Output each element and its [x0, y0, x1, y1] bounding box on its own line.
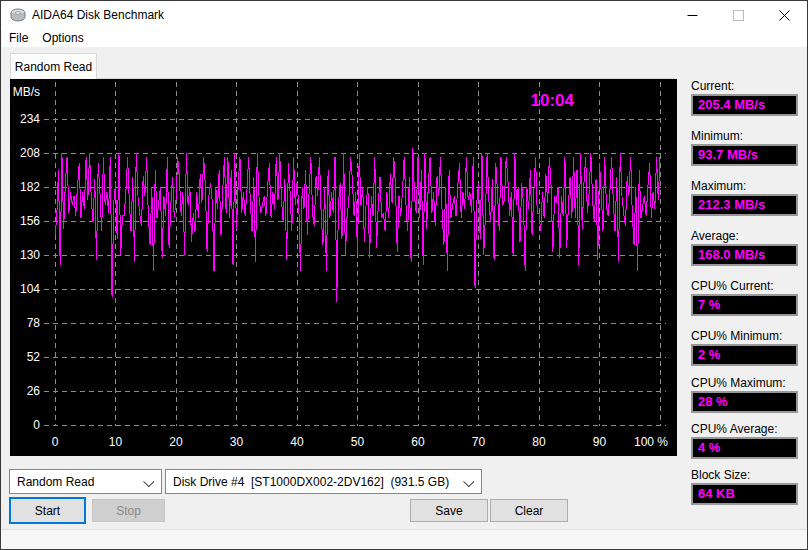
stat-minimum-label: Minimum: [691, 129, 798, 143]
status-bar [1, 529, 807, 550]
menu-bar: FileOptions [2, 30, 807, 47]
svg-text:80: 80 [532, 435, 546, 449]
title-bar: AIDA64 Disk Benchmark [1, 1, 807, 30]
svg-text:MB/s: MB/s [13, 85, 40, 99]
save-button[interactable]: Save [410, 499, 488, 522]
stat-current-value: 205.4 MB/s [691, 94, 798, 116]
menu-options[interactable]: Options [35, 30, 90, 47]
close-button[interactable] [761, 1, 807, 30]
stat-maximum-value: 212.3 MB/s [691, 194, 798, 216]
stat-block-size-label: Block Size: [691, 468, 798, 482]
close-icon [779, 10, 790, 21]
clear-button[interactable]: Clear [490, 499, 568, 522]
svg-text:104: 104 [20, 282, 40, 296]
test-type-select[interactable]: Random Read [9, 469, 162, 494]
svg-text:0: 0 [52, 435, 59, 449]
stat-cpu-minimum: CPU% Minimum:2 % [691, 329, 798, 366]
minimize-button[interactable] [669, 1, 715, 30]
stat-cpu-maximum-value: 28 % [691, 391, 798, 413]
stat-cpu-average: CPU% Average:4 % [691, 422, 798, 459]
benchmark-chart: MB/s 0 26 52 78 104 130 156 182 208 234 0 10 20 30 40 50… [10, 79, 677, 456]
test-type-value: Random Read [17, 475, 94, 489]
stat-minimum: Minimum:93.7 MB/s [691, 129, 798, 166]
stat-current-label: Current: [691, 79, 798, 93]
svg-text:60: 60 [411, 435, 425, 449]
stat-cpu-average-label: CPU% Average: [691, 422, 798, 436]
svg-text:156: 156 [20, 214, 40, 228]
svg-text:234: 234 [20, 112, 40, 126]
minimize-icon [687, 10, 698, 21]
svg-text:90: 90 [593, 435, 607, 449]
stat-average: Average:168.0 MB/s [691, 229, 798, 266]
svg-text:0: 0 [33, 418, 40, 432]
stop-button[interactable]: Stop [92, 499, 165, 522]
svg-text:182: 182 [20, 180, 40, 194]
svg-text:130: 130 [20, 248, 40, 262]
svg-text:30: 30 [230, 435, 244, 449]
drive-value: Disk Drive #4 [ST1000DX002-2DV162] (931.… [173, 475, 449, 489]
stat-cpu-maximum: CPU% Maximum:28 % [691, 376, 798, 413]
svg-text:70: 70 [472, 435, 486, 449]
stat-block-size: Block Size:64 KB [691, 468, 798, 505]
stat-minimum-value: 93.7 MB/s [691, 144, 798, 166]
stat-cpu-maximum-label: CPU% Maximum: [691, 376, 798, 390]
stat-block-size-value: 64 KB [691, 483, 798, 505]
drive-select[interactable]: Disk Drive #4 [ST1000DX002-2DV162] (931.… [165, 469, 482, 494]
svg-text:40: 40 [290, 435, 304, 449]
svg-text:10:04: 10:04 [531, 91, 575, 110]
chevron-down-icon [463, 476, 474, 487]
svg-text:52: 52 [27, 350, 41, 364]
chevron-down-icon [143, 476, 154, 487]
stat-current: Current:205.4 MB/s [691, 79, 798, 116]
maximize-button[interactable] [715, 1, 761, 30]
tab-random-read[interactable]: Random Read [10, 53, 97, 79]
stat-average-label: Average: [691, 229, 798, 243]
svg-text:100 %: 100 % [634, 435, 668, 449]
svg-text:26: 26 [27, 384, 41, 398]
app-icon [10, 7, 26, 23]
window-title: AIDA64 Disk Benchmark [32, 8, 164, 22]
stat-cpu-minimum-label: CPU% Minimum: [691, 329, 798, 343]
stat-maximum: Maximum:212.3 MB/s [691, 179, 798, 216]
menu-file[interactable]: File [2, 30, 35, 47]
svg-text:50: 50 [351, 435, 365, 449]
stat-average-value: 168.0 MB/s [691, 244, 798, 266]
maximize-icon [733, 10, 744, 21]
svg-text:20: 20 [169, 435, 183, 449]
start-button[interactable]: Start [9, 497, 86, 524]
tab-label: Random Read [15, 60, 92, 74]
svg-text:208: 208 [20, 146, 40, 160]
stat-cpu-current-value: 7 % [691, 294, 798, 316]
stat-cpu-average-value: 4 % [691, 437, 798, 459]
svg-text:10: 10 [109, 435, 123, 449]
app-window: AIDA64 Disk Benchmark FileOptions Random… [0, 0, 808, 550]
stat-cpu-current-label: CPU% Current: [691, 279, 798, 293]
stat-maximum-label: Maximum: [691, 179, 798, 193]
stat-cpu-current: CPU% Current:7 % [691, 279, 798, 316]
svg-text:78: 78 [27, 316, 41, 330]
stat-cpu-minimum-value: 2 % [691, 344, 798, 366]
